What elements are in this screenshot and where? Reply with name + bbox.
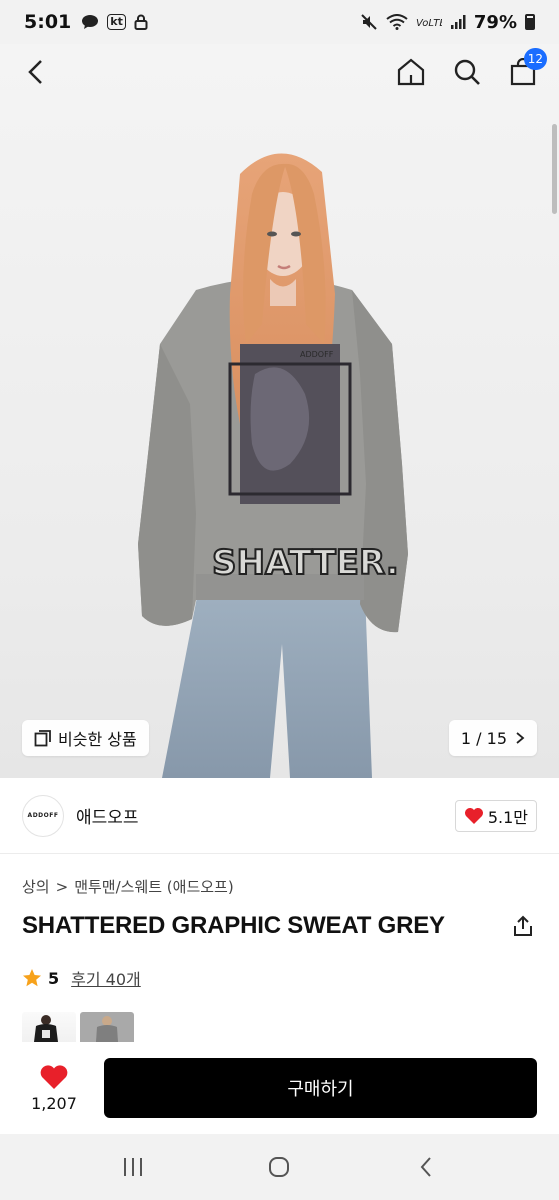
cart-button[interactable]: 12	[505, 48, 547, 90]
chat-icon	[81, 14, 99, 30]
breadcrumb-subcategory[interactable]: 맨투맨/스웨트 (애드오프)	[74, 876, 234, 897]
status-bar: 5:01 kt VoLTE 79%	[0, 0, 559, 44]
share-button[interactable]	[509, 912, 537, 940]
svg-text:VoLTE: VoLTE	[416, 18, 442, 29]
copy-icon	[34, 730, 51, 747]
buy-button[interactable]: 구매하기	[104, 1058, 537, 1118]
brand-logo[interactable]: ADDOFF	[22, 794, 64, 837]
search-button[interactable]	[449, 54, 485, 90]
similar-products-button[interactable]: 비슷한 상품	[22, 720, 149, 756]
battery-percent: 79%	[473, 11, 517, 33]
review-thumbnail[interactable]	[22, 1012, 76, 1042]
like-button[interactable]: 1,207	[22, 1064, 86, 1113]
review-thumbnail[interactable]	[80, 1012, 134, 1042]
rating-row: 5 후기 40개	[22, 966, 141, 990]
recent-apps-button[interactable]	[113, 1147, 153, 1187]
like-count: 1,207	[31, 1093, 77, 1113]
home-icon	[397, 58, 425, 86]
volte-icon: VoLTE	[416, 15, 442, 29]
home-button[interactable]	[393, 54, 429, 90]
lock-icon	[134, 14, 148, 30]
search-icon	[454, 59, 480, 85]
back-icon	[28, 60, 42, 84]
heart-icon	[464, 807, 483, 824]
product-image-carousel[interactable]: ADDOFF SHATTER. 12 비슷한 상품 1 / 15	[0, 44, 559, 778]
product-photo: ADDOFF SHATTER.	[138, 153, 408, 778]
home-system-button[interactable]	[259, 1147, 299, 1187]
chevron-right-icon	[516, 732, 525, 744]
back-arrow-icon	[420, 1157, 431, 1177]
brand-row[interactable]: ADDOFF 애드오프 5.1만	[0, 778, 559, 854]
back-system-button[interactable]	[406, 1147, 446, 1187]
review-thumbnails	[22, 1012, 134, 1042]
breadcrumb-category[interactable]: 상의	[22, 876, 50, 897]
image-pager[interactable]: 1 / 15	[448, 720, 537, 756]
home-circle-icon	[269, 1157, 290, 1177]
back-button[interactable]	[18, 54, 54, 90]
heart-icon	[40, 1064, 68, 1089]
signal-icon	[450, 14, 466, 30]
product-title-row: SHATTERED GRAPHIC SWEAT GREY	[22, 912, 537, 940]
breadcrumb-separator: >	[55, 877, 69, 896]
reviews-link[interactable]: 후기 40개	[71, 966, 141, 990]
svg-text:SHATTER.: SHATTER.	[212, 543, 399, 583]
clock: 5:01	[24, 11, 72, 33]
rating-score: 5	[48, 968, 60, 988]
scrollbar[interactable]	[552, 124, 557, 214]
system-navigation-bar	[0, 1134, 559, 1200]
purchase-action-bar: 1,207 구매하기	[0, 1042, 559, 1134]
mute-icon	[360, 13, 378, 31]
svg-text:ADDOFF: ADDOFF	[300, 350, 334, 359]
recent-apps-icon	[124, 1158, 143, 1176]
carrier-badge: kt	[107, 14, 126, 30]
pager-text: 1 / 15	[460, 728, 507, 748]
brand-name[interactable]: 애드오프	[76, 803, 139, 828]
battery-icon	[525, 14, 535, 30]
top-navigation: 12	[0, 44, 559, 100]
product-title: SHATTERED GRAPHIC SWEAT GREY	[22, 912, 445, 939]
wifi-icon	[386, 14, 408, 30]
star-icon	[23, 969, 41, 987]
share-icon	[514, 915, 532, 936]
cart-count-badge: 12	[523, 48, 547, 70]
brand-like-button[interactable]: 5.1만	[454, 799, 537, 832]
similar-products-label: 비슷한 상품	[58, 730, 137, 749]
breadcrumb: 상의 > 맨투맨/스웨트 (애드오프)	[22, 876, 234, 897]
brand-like-count: 5.1만	[487, 807, 528, 827]
